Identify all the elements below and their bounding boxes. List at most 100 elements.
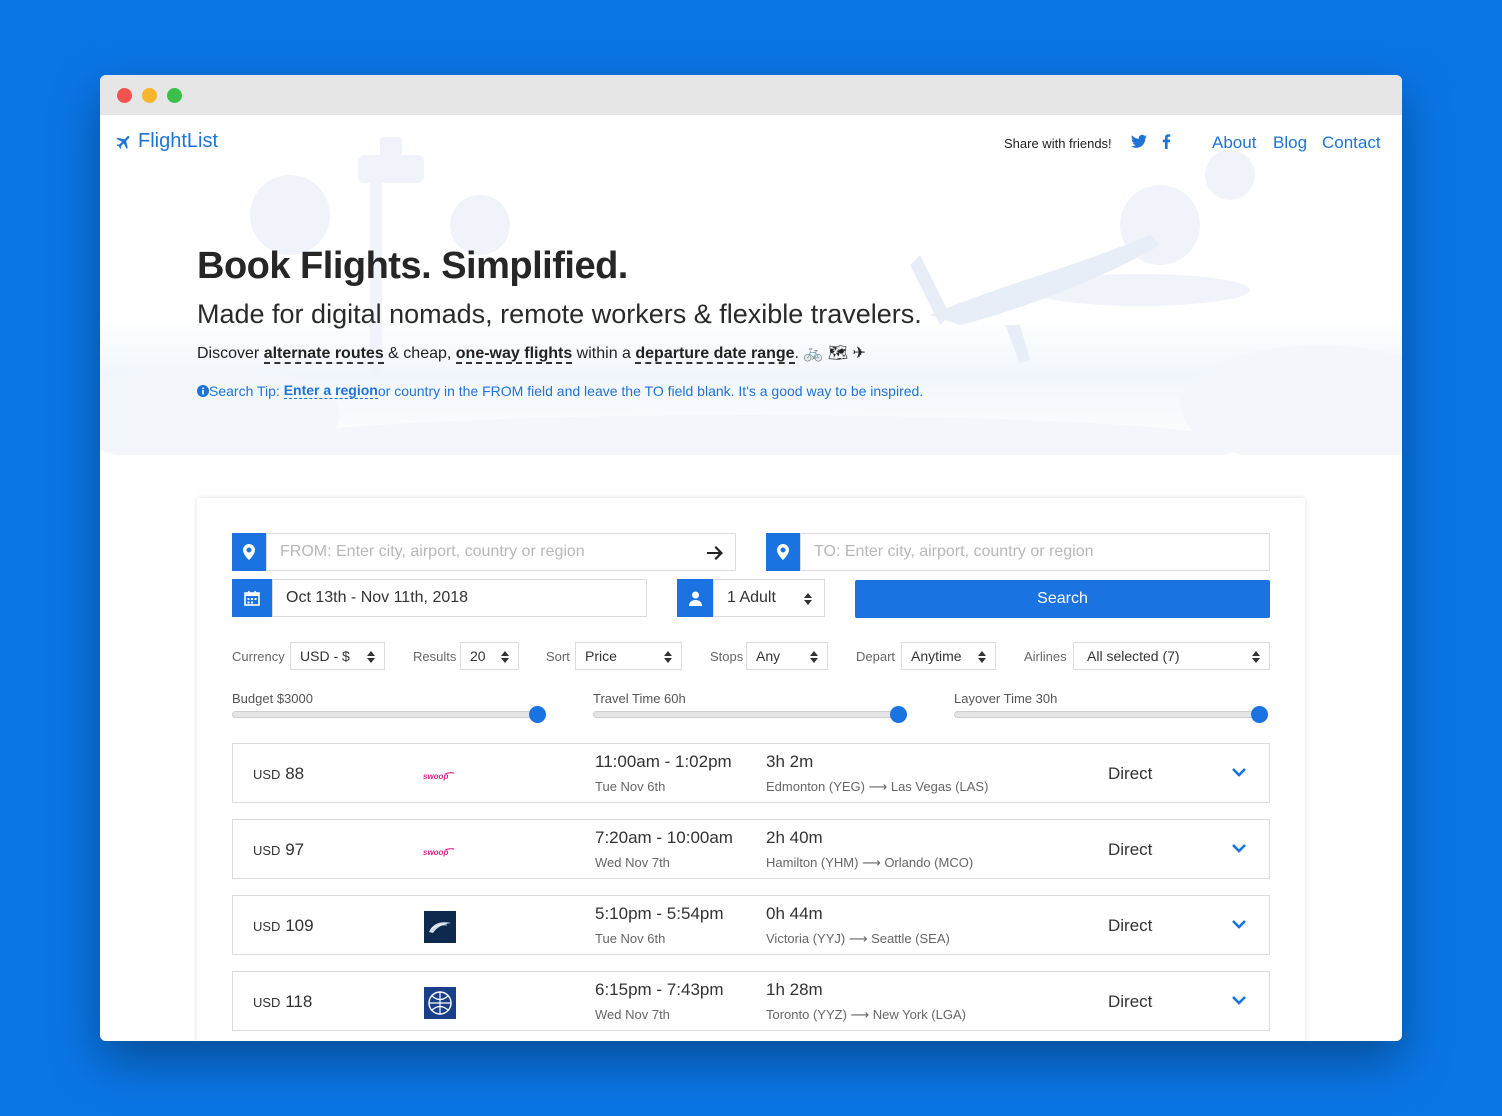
airlines-value: All selected (7) — [1087, 648, 1180, 664]
link-alternate-routes[interactable]: alternate routes — [263, 345, 384, 364]
sort-caret-icon — [1252, 651, 1260, 663]
result-price: USD 97 — [253, 840, 304, 860]
result-route: Edmonton (YEG) ⟶ Las Vegas (LAS) — [766, 779, 989, 794]
travel-time-slider-track[interactable] — [593, 711, 903, 718]
swoop-logo-icon: swoop — [423, 848, 455, 857]
currency-select[interactable]: USD - $ — [290, 642, 385, 670]
date-range-input[interactable]: Oct 13th - Nov 11th, 2018 — [272, 579, 647, 617]
passengers-value: 1 Adult — [727, 589, 776, 606]
chevron-down-icon[interactable] — [1231, 918, 1247, 930]
result-price: USD 118 — [253, 992, 312, 1012]
nav-link-contact[interactable]: Contact — [1322, 133, 1381, 153]
result-row[interactable]: USD 97 swoop 7:20am - 10:00am Wed Nov 7t… — [232, 819, 1270, 879]
result-date: Tue Nov 6th — [595, 779, 666, 794]
twitter-icon[interactable] — [1131, 134, 1147, 154]
to-input[interactable]: TO: Enter city, airport, country or regi… — [800, 533, 1270, 571]
chevron-down-icon[interactable] — [1231, 994, 1247, 1006]
result-times: 6:15pm - 7:43pm — [595, 980, 724, 999]
search-tip: Search Tip: Enter a region or country in… — [197, 382, 923, 399]
logo-text: FlightList — [138, 130, 219, 152]
layover-time-slider-label: Layover Time 30h — [954, 691, 1058, 706]
result-times: 7:20am - 10:00am — [595, 828, 733, 847]
budget-slider-label: Budget $3000 — [232, 691, 313, 706]
result-route: Toronto (YYZ) ⟶ New York (LGA) — [766, 1007, 966, 1022]
link-enter-a-region[interactable]: Enter a region — [283, 382, 378, 399]
svg-text:swoop: swoop — [423, 772, 448, 781]
depart-select[interactable]: Anytime — [901, 642, 996, 670]
result-date: Wed Nov 7th — [595, 1007, 670, 1022]
alaska-logo-icon — [424, 911, 456, 943]
result-currency: USD — [253, 843, 281, 858]
info-icon — [197, 384, 209, 397]
layover-time-slider-track[interactable] — [954, 711, 1264, 718]
result-times: 5:10pm - 5:54pm — [595, 904, 724, 923]
discover-suffix: . 🚲 🗺 ✈ — [794, 345, 866, 362]
budget-slider-track[interactable] — [232, 711, 542, 718]
result-date: Wed Nov 7th — [595, 855, 670, 870]
search-button[interactable]: Search — [855, 580, 1270, 618]
result-row[interactable]: USD 88 swoop 11:00am - 1:02pm Tue Nov 6t… — [232, 743, 1270, 803]
sort-caret-icon — [810, 651, 818, 663]
chevron-down-icon[interactable] — [1231, 842, 1247, 854]
discover-mid1: & cheap, — [383, 345, 456, 362]
nav-link-about[interactable]: About — [1212, 133, 1256, 153]
result-route: Hamilton (YHM) ⟶ Orlando (MCO) — [766, 855, 974, 870]
sort-label: Sort — [546, 649, 570, 664]
arrow-right-icon — [707, 546, 723, 560]
page-title: Book Flights. Simplified. — [197, 245, 628, 287]
stops-value: Any — [756, 648, 781, 664]
link-one-way-flights[interactable]: one-way flights — [455, 345, 573, 364]
chevron-down-icon[interactable] — [1231, 766, 1247, 778]
page: FlightList Share with friends! About Blo… — [100, 115, 1402, 1041]
result-duration: 2h 40m — [766, 828, 823, 847]
currency-value: USD - $ — [300, 648, 350, 664]
discover-mid2: within a — [572, 345, 636, 362]
link-departure-date-range[interactable]: departure date range — [635, 345, 795, 364]
depart-value: Anytime — [911, 648, 962, 664]
search-card: FROM: Enter city, airport, country or re… — [197, 498, 1305, 1041]
budget-slider-handle[interactable] — [529, 706, 546, 723]
result-route: Victoria (YYJ) ⟶ Seattle (SEA) — [766, 931, 950, 946]
maximize-window-button[interactable] — [167, 88, 182, 103]
results-value: 20 — [470, 648, 486, 664]
airlines-select[interactable]: All selected (7) — [1073, 642, 1270, 670]
sort-caret-icon — [367, 651, 375, 663]
result-stops: Direct — [1108, 840, 1153, 859]
sort-value: Price — [585, 648, 617, 664]
location-pin-icon — [766, 533, 800, 571]
results-label: Results — [413, 649, 457, 664]
logo[interactable]: FlightList — [115, 130, 218, 153]
travel-time-slider-label: Travel Time 60h — [593, 691, 686, 706]
result-duration: 1h 28m — [766, 980, 823, 999]
travel-time-slider-handle[interactable] — [890, 706, 907, 723]
passengers-select[interactable]: 1 Adult — [713, 579, 825, 617]
results-select[interactable]: 20 — [460, 642, 519, 670]
facebook-icon[interactable] — [1162, 134, 1171, 154]
result-stops: Direct — [1108, 992, 1153, 1011]
swoop-logo-icon: swoop — [423, 772, 455, 781]
plane-icon — [116, 135, 130, 149]
sort-select[interactable]: Price — [575, 642, 682, 670]
minimize-window-button[interactable] — [142, 88, 157, 103]
share-text: Share with friends! — [1004, 136, 1112, 151]
nav-link-blog[interactable]: Blog — [1273, 133, 1307, 153]
stops-select[interactable]: Any — [746, 642, 828, 670]
result-currency: USD — [253, 995, 281, 1010]
result-price-value: 118 — [285, 992, 313, 1011]
user-icon — [677, 579, 713, 617]
result-row[interactable]: USD 109 5:10pm - 5:54pm Tue Nov 6th 0h 4… — [232, 895, 1270, 955]
result-row[interactable]: USD 118 6:15pm - 7:43pm Wed Nov 7th 1h 2… — [232, 971, 1270, 1031]
result-duration: 3h 2m — [766, 752, 814, 771]
currency-label: Currency — [232, 649, 285, 664]
sort-caret-icon — [501, 651, 509, 663]
layover-time-slider-handle[interactable] — [1251, 706, 1268, 723]
close-window-button[interactable] — [117, 88, 132, 103]
from-input[interactable]: FROM: Enter city, airport, country or re… — [266, 533, 736, 571]
result-currency: USD — [253, 767, 281, 782]
location-pin-icon — [232, 533, 266, 571]
discover-text: Discover alternate routes & cheap, one-w… — [197, 343, 866, 364]
airlines-label: Airlines — [1024, 649, 1067, 664]
sort-caret-icon — [804, 593, 812, 605]
discover-prefix: Discover — [197, 345, 264, 362]
result-stops: Direct — [1108, 764, 1153, 783]
